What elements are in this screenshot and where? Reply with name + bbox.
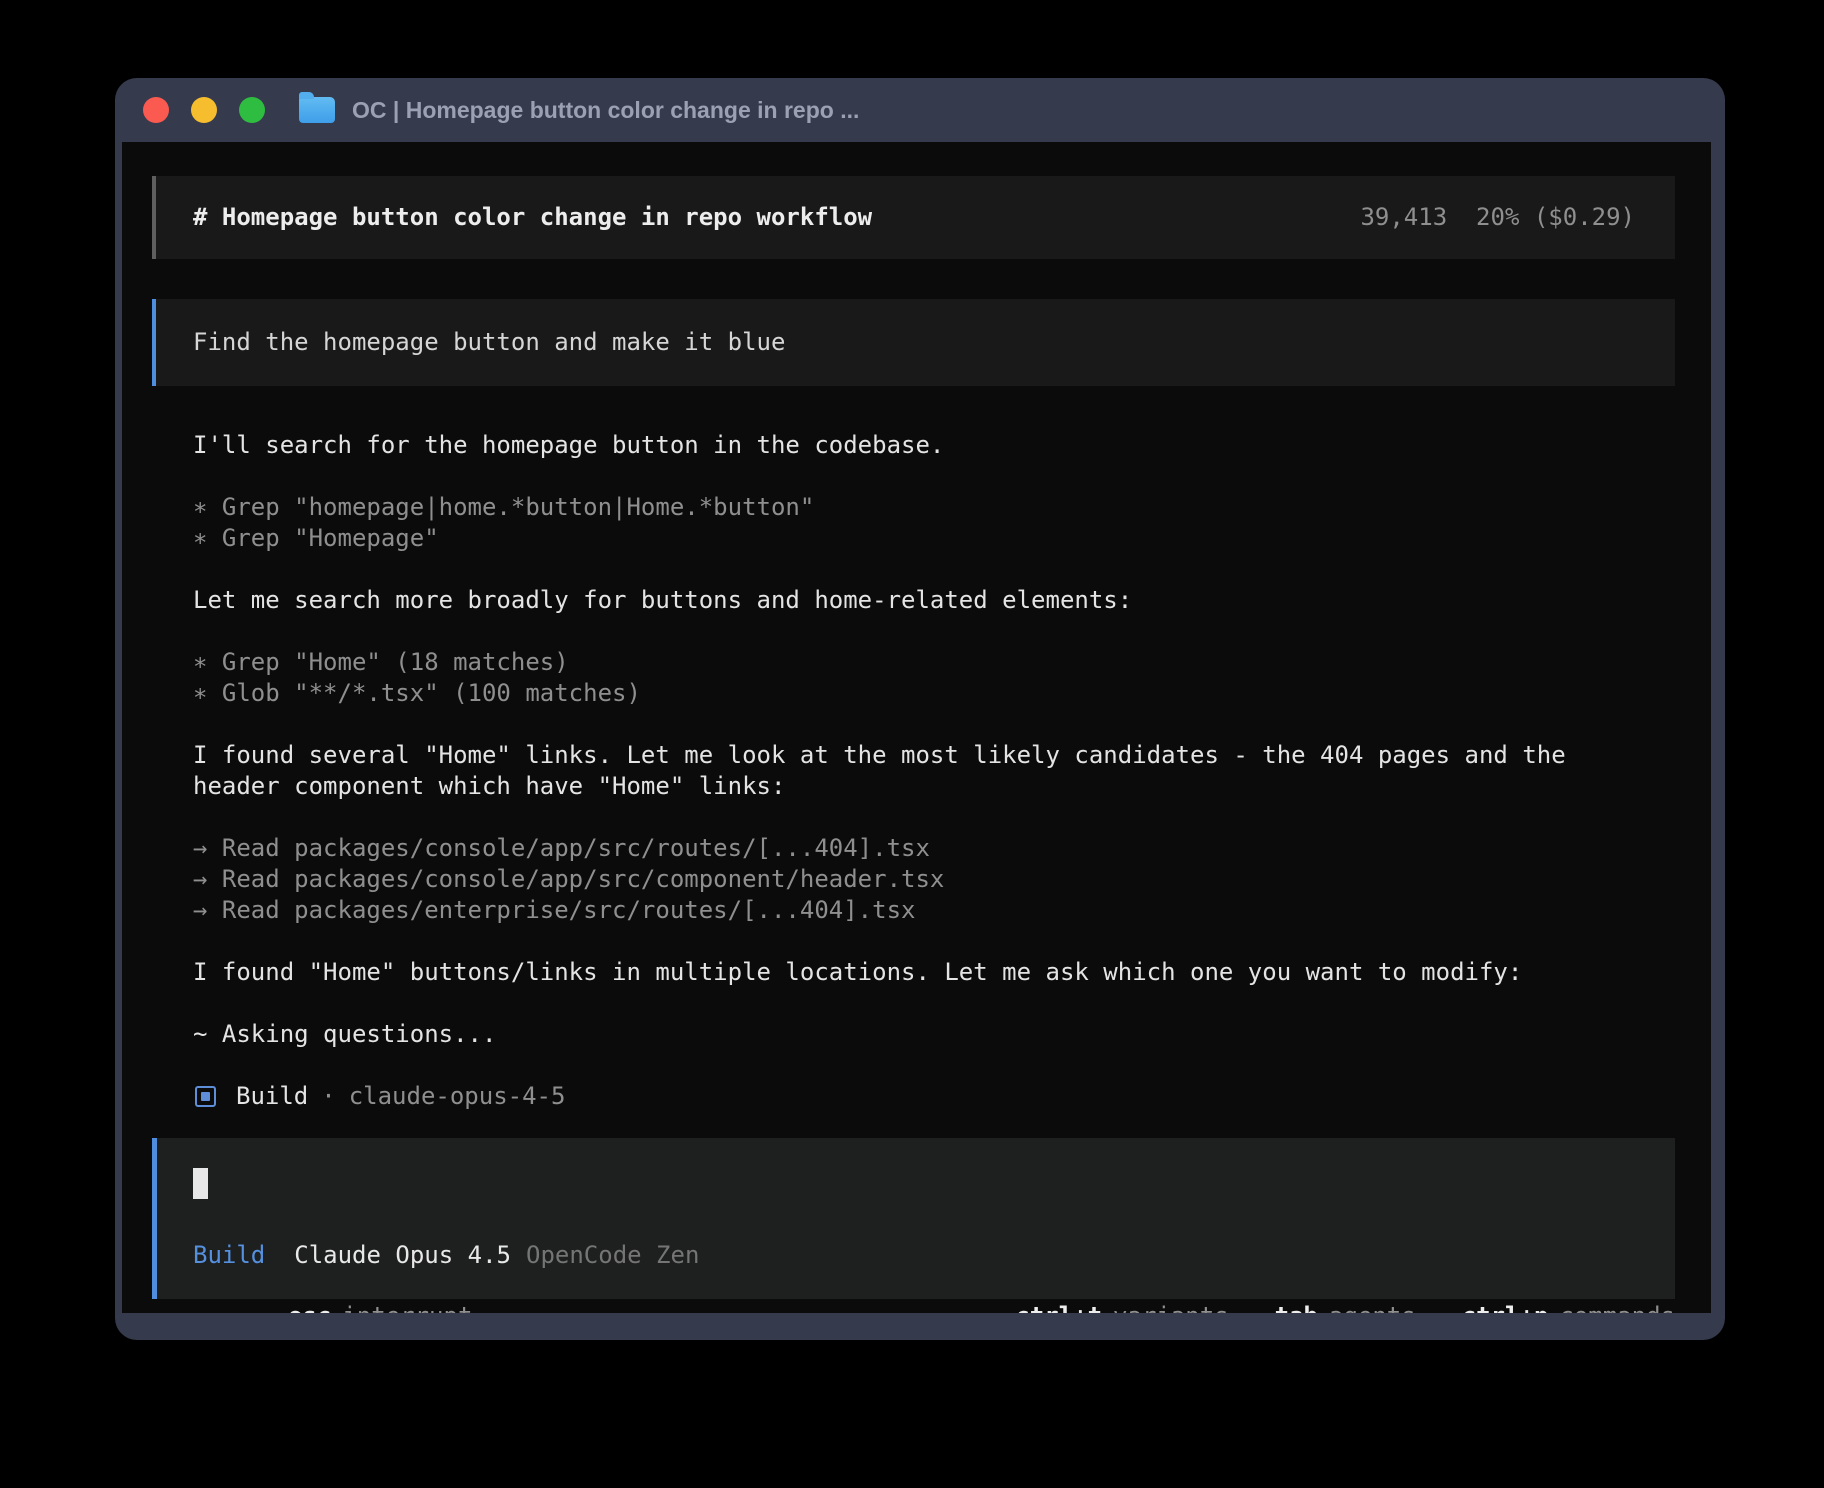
token-usage-stats: 39,413 20% ($0.29) — [1360, 202, 1635, 233]
response-line: → Read packages/enterprise/src/routes/[.… — [193, 895, 1632, 926]
shortcut-hint: ctrl+p commands — [1462, 1301, 1675, 1314]
text-cursor — [193, 1168, 208, 1199]
session-header: # Homepage button color change in repo w… — [152, 176, 1675, 259]
shortcut-hints: ctrl+t variants tab agents ctrl+p commands — [1015, 1301, 1675, 1314]
shortcut-key: ctrl+t — [1015, 1302, 1102, 1314]
response-line: ∗ Grep "homepage|home.*button|Home.*butt… — [193, 492, 1632, 523]
session-title: # Homepage button color change in repo w… — [193, 202, 872, 233]
agent-status-line: Build · claude-opus-4-5 — [152, 1081, 1675, 1112]
shortcut-key: esc — [288, 1302, 331, 1314]
scrollback: # Homepage button color change in repo w… — [152, 176, 1675, 1299]
prompt-input[interactable]: Build Claude Opus 4.5 OpenCode Zen — [152, 1138, 1675, 1299]
shortcut-label: commands — [1559, 1302, 1675, 1314]
input-provider-label: OpenCode Zen — [526, 1240, 699, 1271]
response-line — [193, 616, 1632, 647]
titlebar[interactable]: OC | Homepage button color change in rep… — [115, 78, 1725, 142]
response-line: → Read packages/console/app/src/routes/[… — [193, 833, 1632, 864]
input-model-label[interactable]: Claude Opus 4.5 — [294, 1240, 511, 1271]
response-line: ~ Asking questions... — [193, 1019, 1632, 1050]
input-meta: Build Claude Opus 4.5 OpenCode Zen — [193, 1240, 1635, 1271]
window-title: OC | Homepage button color change in rep… — [352, 97, 859, 124]
agent-name: Build — [236, 1081, 308, 1112]
terminal-window: OC | Homepage button color change in rep… — [115, 78, 1725, 1340]
response-line: Let me search more broadly for buttons a… — [193, 585, 1632, 616]
response-line — [193, 988, 1632, 1019]
shortcut-label: interrupt — [342, 1302, 472, 1314]
zoom-button[interactable] — [239, 97, 265, 123]
response-line — [193, 554, 1632, 585]
user-message: Find the homepage button and make it blu… — [152, 299, 1675, 386]
minimize-button[interactable] — [191, 97, 217, 123]
shortcut-key: ctrl+p — [1462, 1302, 1549, 1314]
window-controls — [143, 97, 265, 123]
agent-separator: · — [321, 1081, 335, 1112]
shortcut-label: agents — [1329, 1302, 1416, 1314]
shortcut-label: variants — [1113, 1302, 1229, 1314]
folder-icon — [299, 97, 335, 123]
response-line: I found "Home" buttons/links in multiple… — [193, 957, 1632, 988]
response-line: ∗ Grep "Homepage" — [193, 523, 1632, 554]
assistant-response: I'll search for the homepage button in t… — [152, 430, 1632, 1050]
response-line: I'll search for the homepage button in t… — [193, 430, 1632, 461]
shortcut-interrupt: esc interrupt — [288, 1301, 472, 1314]
response-line: ∗ Glob "**/*.tsx" (100 matches) — [193, 678, 1632, 709]
response-line — [193, 461, 1632, 492]
response-line — [193, 709, 1632, 740]
response-line — [193, 802, 1632, 833]
input-mode-label[interactable]: Build — [193, 1240, 265, 1271]
agent-model: claude-opus-4-5 — [349, 1081, 566, 1112]
shortcut-key: tab — [1275, 1302, 1318, 1314]
terminal-content: # Homepage button color change in repo w… — [122, 142, 1711, 1313]
response-line — [193, 926, 1632, 957]
status-bar: esc interrupt ctrl+t variants tab agents ct… — [130, 1299, 1675, 1313]
shortcut-hint: tab agents — [1275, 1301, 1416, 1314]
agent-build-icon — [195, 1086, 216, 1107]
shortcut-hint: ctrl+t variants — [1015, 1301, 1228, 1314]
close-button[interactable] — [143, 97, 169, 123]
response-line: ∗ Grep "Home" (18 matches) — [193, 647, 1632, 678]
response-line: → Read packages/console/app/src/componen… — [193, 864, 1632, 895]
response-line: I found several "Home" links. Let me loo… — [193, 740, 1632, 802]
